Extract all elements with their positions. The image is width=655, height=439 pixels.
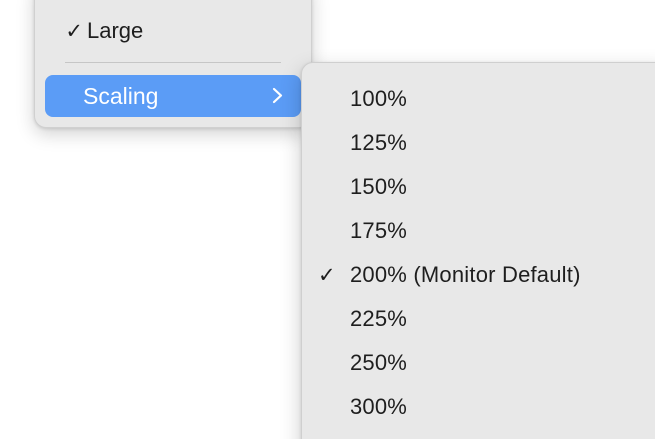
menu-item-label: 175% [350, 218, 408, 243]
menu-item-label: 125% [350, 130, 408, 155]
menu-item-label: Scaling [83, 82, 159, 109]
menu-item-label: 150% [350, 174, 408, 199]
menu-item-100[interactable]: 100% [302, 79, 655, 119]
chevron-right-icon [272, 87, 283, 104]
menu-item-200[interactable]: ✓ 200% (Monitor Default) [302, 255, 655, 295]
checkmark-icon: ✓ [318, 263, 336, 287]
menu-item-150[interactable]: 150% [302, 167, 655, 207]
menu-item-label: 250% [350, 350, 408, 375]
menu-item-label: Large [87, 18, 144, 43]
menu-item-250[interactable]: 250% [302, 343, 655, 383]
menu-item-label: 300% [350, 394, 408, 419]
menu-item-125[interactable]: 125% [302, 123, 655, 163]
menu-item-225[interactable]: 225% [302, 299, 655, 339]
screen: ✓ Large Scaling 100% 125% 150% 175% ✓ 20… [0, 0, 655, 439]
menu-item-300[interactable]: 300% [302, 387, 655, 427]
menu-item-label: 100% [350, 86, 408, 111]
menu-item-label: 225% [350, 306, 408, 331]
scaling-submenu: 100% 125% 150% 175% ✓ 200% (Monitor Defa… [301, 62, 655, 439]
view-menu: ✓ Large Scaling [34, 0, 312, 128]
checkmark-icon: ✓ [65, 19, 83, 43]
menu-item-scaling[interactable]: Scaling [45, 75, 301, 117]
menu-item-label: 200% (Monitor Default) [350, 262, 581, 287]
menu-item-large[interactable]: ✓ Large [35, 11, 311, 51]
menu-item-175[interactable]: 175% [302, 211, 655, 251]
menu-divider [65, 62, 281, 63]
